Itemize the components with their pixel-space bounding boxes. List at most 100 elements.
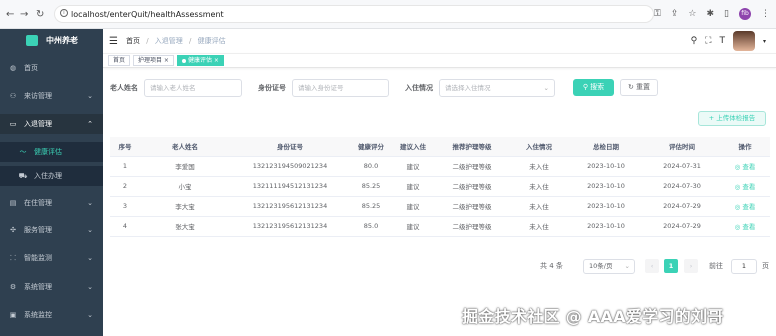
- chevron-down-icon: ⌄: [87, 254, 93, 262]
- table-cell: 1: [110, 156, 140, 177]
- back-icon[interactable]: ←: [6, 9, 14, 20]
- sidebar-item-home[interactable]: ◍ 首页: [0, 58, 103, 78]
- prev-page-button[interactable]: ‹: [645, 259, 659, 273]
- col-header: 入住情况: [510, 137, 568, 157]
- table-cell: 2024-07-29: [644, 216, 720, 237]
- table-cell: 80.0: [350, 156, 392, 177]
- table-cell: 李爱国: [140, 156, 230, 177]
- table-cell: 建议: [392, 156, 434, 177]
- sidebar-item-resident[interactable]: ▤ 在住管理 ⌄: [0, 193, 103, 213]
- health-icon: 〜: [19, 148, 27, 156]
- search-icon[interactable]: ⚲: [691, 36, 698, 46]
- site-info-icon[interactable]: i: [60, 9, 68, 17]
- sidebar-item-monitor[interactable]: ⸬ 智能监测 ⌄: [0, 248, 103, 268]
- pagination-total: 共 4 条: [540, 262, 563, 270]
- col-header: 评估时间: [644, 137, 720, 157]
- status-label: 入住情况: [405, 84, 433, 92]
- user-avatar[interactable]: [732, 31, 755, 51]
- sidebar-item-inout[interactable]: ▭ 入退管理 ⌃: [0, 114, 103, 134]
- star-icon[interactable]: ☆: [688, 9, 696, 19]
- table-cell: 132111194512131234: [230, 176, 350, 197]
- status-select[interactable]: 请选择入住情况 ⌄: [439, 79, 555, 97]
- sidebar-item-checkin[interactable]: ⛟ 入住办理: [0, 166, 103, 186]
- breadcrumb-home[interactable]: 首页: [126, 37, 140, 45]
- table-cell: 2023-10-10: [568, 196, 644, 217]
- chevron-right-icon: ›: [689, 262, 693, 270]
- table-cell: 2024-07-29: [644, 196, 720, 217]
- app-logo[interactable]: 中州养老: [0, 29, 103, 51]
- chevron-down-icon: ⌄: [543, 84, 549, 92]
- view-link[interactable]: ◎ 查看: [720, 216, 770, 237]
- menu-toggle-icon[interactable]: ☰: [109, 36, 118, 47]
- resident-icon: ▤: [9, 199, 17, 207]
- tag-nursing[interactable]: 护理项目 ×: [133, 55, 174, 66]
- key-icon[interactable]: ⚿: [654, 9, 661, 19]
- sidebar-item-health[interactable]: 〜 健康评估: [0, 142, 103, 162]
- caret-down-icon[interactable]: ▾: [763, 38, 766, 45]
- name-input[interactable]: 请输入老人姓名: [144, 79, 242, 97]
- settings-icon: ⚙: [9, 283, 17, 291]
- page-number-current[interactable]: 1: [664, 259, 678, 273]
- col-header: 推荐护理等级: [434, 137, 510, 157]
- dashboard-icon: ◍: [9, 64, 17, 72]
- table-cell: 4: [110, 216, 140, 237]
- profile-avatar[interactable]: fib: [739, 8, 751, 20]
- goto-page-input[interactable]: 1: [731, 259, 757, 274]
- table-cell: 未入住: [510, 196, 568, 217]
- table-cell: 3: [110, 196, 140, 217]
- tag-home[interactable]: 首页: [108, 55, 131, 66]
- table-cell: 未入住: [510, 156, 568, 177]
- page-size-select[interactable]: 10条/页 ⌄: [583, 259, 635, 274]
- table-cell: 建议: [392, 176, 434, 197]
- active-dot-icon: [181, 58, 186, 63]
- forward-icon[interactable]: →: [20, 9, 28, 20]
- chevron-down-icon: ⌄: [624, 262, 630, 270]
- col-header: 老人姓名: [140, 137, 230, 157]
- tag-health[interactable]: 健康评估 ×: [176, 55, 224, 66]
- search-button[interactable]: ⚲ 搜索: [573, 79, 614, 96]
- sidepanel-icon[interactable]: ▯: [724, 9, 729, 19]
- table-cell: 小宝: [140, 176, 230, 197]
- chevron-down-icon: ⌄: [87, 311, 93, 319]
- table-cell: 李大宝: [140, 196, 230, 217]
- chevron-down-icon: ⌄: [87, 226, 93, 234]
- sidebar-item-settings[interactable]: ⚙ 系统管理 ⌄: [0, 277, 103, 297]
- col-header: 健康评分: [350, 137, 392, 157]
- filter-bar: 老人姓名 请输入老人姓名 身份证号 请输入身份证号 入住情况 请选择入住情况 ⌄: [110, 79, 555, 97]
- id-input[interactable]: 请输入身份证号: [292, 79, 389, 97]
- logo-icon: [26, 34, 38, 46]
- share-icon[interactable]: ⇪: [671, 9, 679, 19]
- table-cell: 2: [110, 176, 140, 197]
- extensions-icon[interactable]: ✱: [707, 9, 715, 19]
- goto-label: 前往: [709, 262, 723, 270]
- table-cell: 2024-07-31: [644, 156, 720, 177]
- address-bar[interactable]: i localhost/enterQuit/healthAssessment: [54, 5, 654, 23]
- next-page-button[interactable]: ›: [684, 259, 698, 273]
- table-cell: 132123194509021234: [230, 156, 350, 177]
- breadcrumb-parent: 入退管理: [154, 37, 183, 45]
- reload-icon[interactable]: ↻: [36, 9, 44, 20]
- visit-icon: ⚇: [9, 92, 17, 100]
- watermark: 掘金技术社区 @ AAA爱学习的刘哥: [462, 307, 724, 326]
- name-label: 老人姓名: [110, 84, 138, 92]
- sidebar-item-service[interactable]: ✣ 服务管理 ⌄: [0, 220, 103, 240]
- col-header: 序号: [110, 137, 140, 157]
- sidebar-item-system-monitor[interactable]: ▣ 系统监控 ⌄: [0, 305, 103, 325]
- system-monitor-icon: ▣: [9, 311, 17, 319]
- view-link[interactable]: ◎ 查看: [720, 156, 770, 177]
- table-cell: 2023-10-10: [568, 156, 644, 177]
- reset-button[interactable]: ↻ 重置: [620, 79, 658, 96]
- table-row: 4 张大宝 132123195612131234 85.0 建议 二级护理等级 …: [110, 216, 770, 237]
- checkin-icon: ⛟: [18, 171, 28, 180]
- col-header: 身份证号: [230, 137, 350, 157]
- more-icon[interactable]: ⋮: [761, 9, 770, 19]
- font-size-icon[interactable]: T: [719, 36, 725, 46]
- fullscreen-icon[interactable]: ⛶: [705, 36, 711, 46]
- view-link[interactable]: ◎ 查看: [720, 176, 770, 197]
- table-cell: 85.25: [350, 176, 392, 197]
- tags-view: 首页 护理项目 × 健康评估 ×: [103, 53, 776, 68]
- upload-report-button[interactable]: + 上传体检报告: [698, 111, 766, 126]
- sidebar-item-visit[interactable]: ⚇ 来访管理 ⌄: [0, 86, 103, 106]
- view-link[interactable]: ◎ 查看: [720, 196, 770, 217]
- table-cell: 未入住: [510, 176, 568, 197]
